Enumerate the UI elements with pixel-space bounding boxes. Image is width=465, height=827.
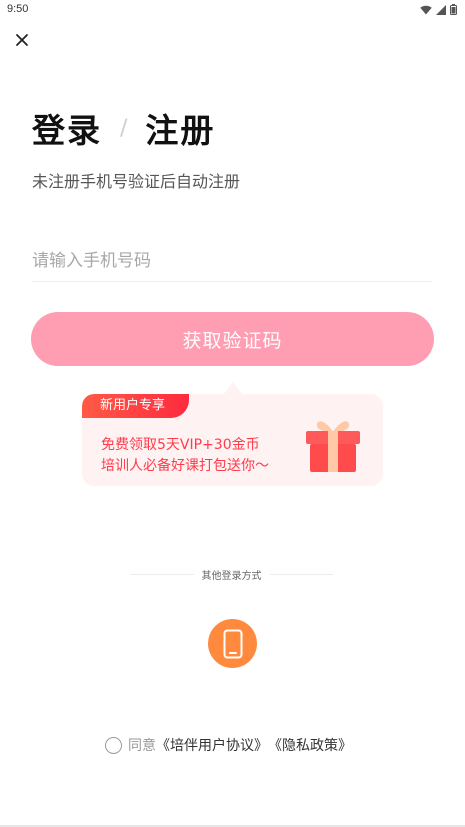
other-login-label: 其他登录方式: [201, 570, 262, 582]
title-register: 注册: [145, 111, 216, 150]
page-title: 登录 / 注册: [32, 104, 215, 152]
promo-pointer: [224, 382, 242, 394]
status-icons: [420, 4, 457, 15]
wifi-icon: [420, 5, 432, 14]
gift-icon: [306, 421, 360, 472]
close-icon: [16, 34, 28, 46]
divider-line-left: [130, 573, 194, 575]
title-separator: /: [120, 115, 128, 141]
user-agreement-link[interactable]: 《培伴用户协议》: [156, 735, 268, 755]
promo-badge: 新用户专享: [82, 394, 190, 418]
phone-icon: [223, 629, 242, 658]
status-bar: 9:50: [0, 0, 465, 20]
agree-radio[interactable]: [105, 736, 122, 754]
privacy-policy-link[interactable]: 《隐私政策》: [268, 735, 352, 755]
phone-login-button[interactable]: [208, 619, 257, 668]
close-button[interactable]: [12, 30, 32, 50]
status-time: 9:50: [7, 3, 29, 15]
phone-input[interactable]: [32, 240, 432, 282]
promo-line2: 培训人必备好课打包送你～: [101, 458, 269, 474]
get-code-button[interactable]: 获取验证码: [31, 312, 434, 366]
agreement-row: 同意 《培伴用户协议》 《隐私政策》: [105, 735, 352, 755]
divider-line-right: [269, 573, 333, 575]
title-login: 登录: [32, 111, 102, 150]
promo-line1: 免费领取5天VIP+30金币: [101, 437, 260, 453]
promo-card: 新用户专享 免费领取5天VIP+30金币 培训人必备好课打包送你～: [82, 394, 383, 486]
signal-icon: [436, 4, 446, 15]
subtitle: 未注册手机号验证后自动注册: [32, 172, 241, 191]
agree-prefix: 同意: [128, 738, 156, 754]
battery-icon: [450, 4, 457, 15]
other-login-divider: 其他登录方式: [130, 566, 333, 582]
